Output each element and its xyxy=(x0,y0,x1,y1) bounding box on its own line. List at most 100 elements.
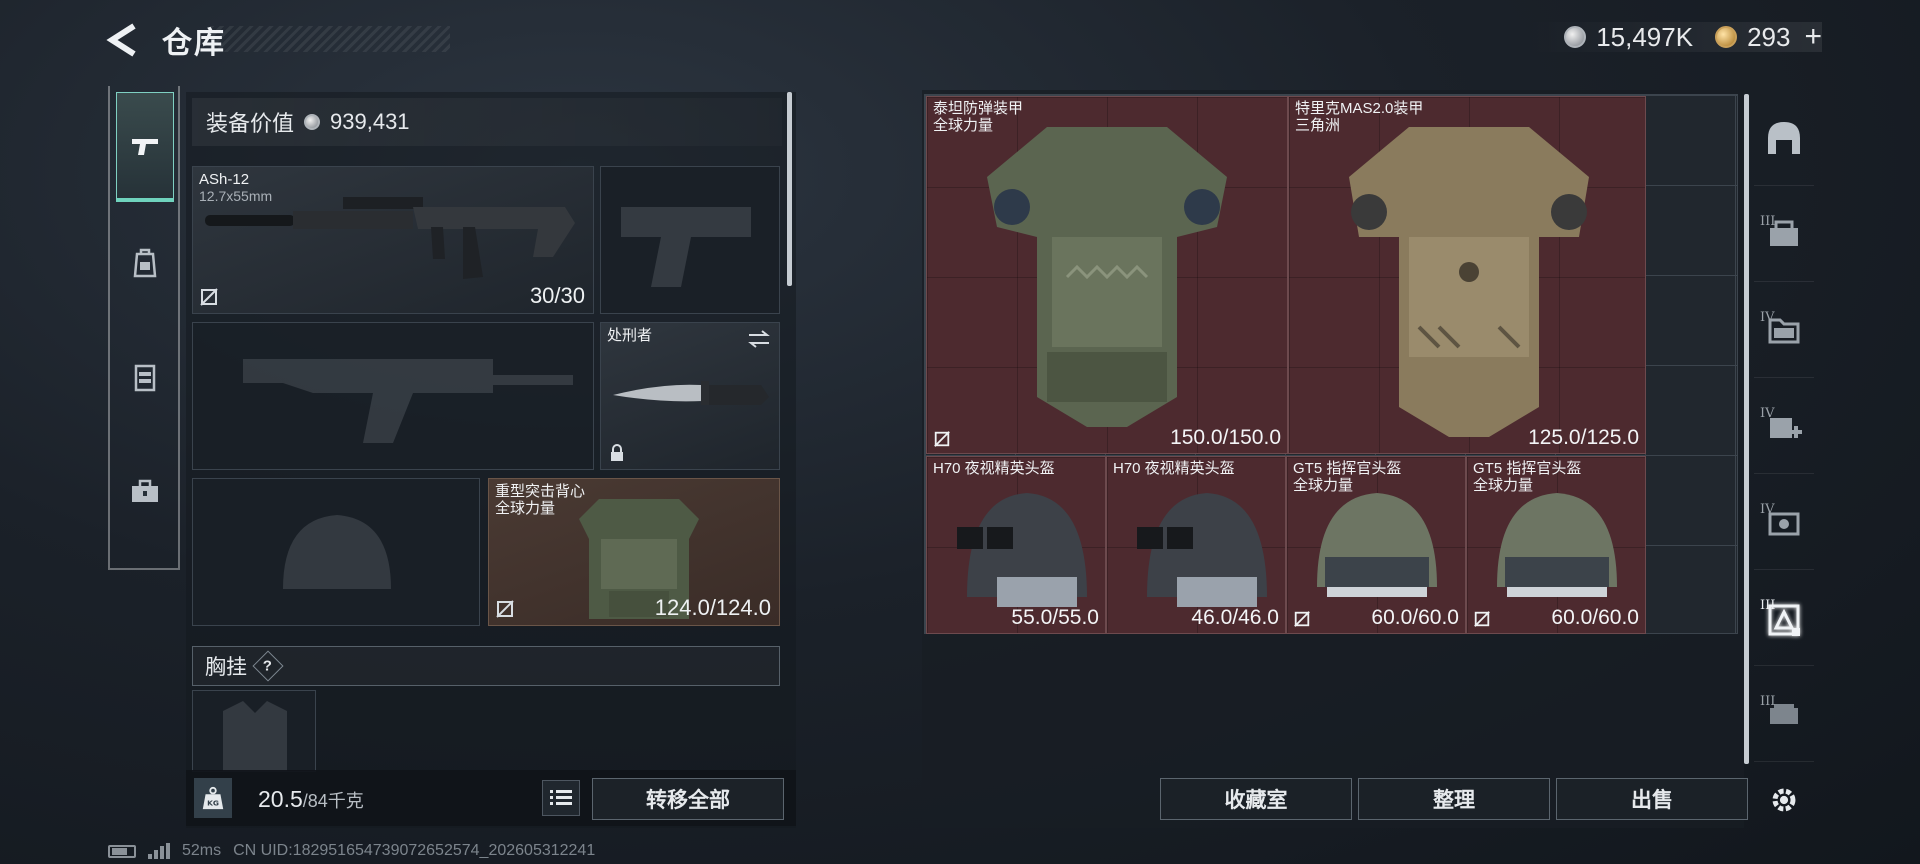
item-durability: 55.0/55.0 xyxy=(1011,606,1099,629)
storage-item-helmet[interactable]: H70 夜视精英头盔 46.0/46.0 xyxy=(1106,456,1286,634)
storage-scrollbar[interactable] xyxy=(1744,94,1749,764)
storage-item-armor[interactable]: 泰坦防弹装甲 全球力量 150.0/150.0 xyxy=(926,96,1288,454)
uid-text: CN UID:182951654739072652574_20260531224… xyxy=(233,842,596,859)
loadout-scrollbar[interactable] xyxy=(787,92,792,286)
weight-value: 20.5 xyxy=(258,786,303,812)
backpack-icon xyxy=(133,248,157,278)
transfer-all-button[interactable]: 转移全部 xyxy=(592,778,784,820)
ammo-count: 30/30 xyxy=(529,283,585,308)
back-arrow-icon xyxy=(106,23,136,57)
item-name: 泰坦防弹装甲 xyxy=(933,100,1024,117)
item-name: H70 夜视精英头盔 xyxy=(1113,460,1235,477)
sidearm-slot[interactable] xyxy=(600,166,780,314)
gear-icon xyxy=(1772,788,1796,812)
settings-button[interactable] xyxy=(1754,772,1814,828)
toolbox-icon xyxy=(132,479,158,502)
storage-item-helmet[interactable]: GT5 指挥官头盔 全球力量 60.0/60.0 xyxy=(1286,456,1466,634)
storage-item-helmet[interactable]: H70 夜视精英头盔 55.0/55.0 xyxy=(926,456,1106,634)
list-view-button[interactable] xyxy=(542,780,580,816)
helmet-slot[interactable] xyxy=(192,478,480,626)
rifle-placeholder-icon xyxy=(243,359,573,443)
storage-filter-rail: III IV IV IV III III xyxy=(1754,90,1814,828)
tier-label: IV xyxy=(1760,406,1775,421)
filter-tier3-armor[interactable]: III xyxy=(1754,570,1814,666)
add-currency-button[interactable]: + xyxy=(1804,20,1822,54)
tier3-armor-icon xyxy=(1768,604,1800,636)
svg-text:KG: KG xyxy=(207,798,219,807)
item-name: GT5 指挥官头盔 xyxy=(1473,460,1582,477)
category-rail xyxy=(108,86,180,570)
title-decoration xyxy=(210,26,450,52)
list-icon xyxy=(550,790,572,805)
knife-image xyxy=(613,381,769,405)
equipment-value: 939,431 xyxy=(330,109,410,134)
back-button[interactable] xyxy=(104,22,144,58)
item-name: GT5 指挥官头盔 xyxy=(1293,460,1402,477)
armor-slot[interactable]: 重型突击背心 全球力量 124.0/124.0 xyxy=(488,478,780,626)
help-button[interactable]: ? xyxy=(252,650,284,682)
lock-icon xyxy=(611,444,623,461)
silver-coin-icon xyxy=(1564,26,1587,48)
vest-icon xyxy=(134,364,156,392)
item-source: 全球力量 xyxy=(1473,477,1534,494)
armor-image xyxy=(1349,127,1589,437)
equipment-value-bar: 装备价值 939,431 xyxy=(192,98,782,146)
page-title: 仓库 xyxy=(162,27,226,60)
chest-rig-header: 胸挂 ? xyxy=(192,646,780,686)
tier-label: IV xyxy=(1760,502,1775,517)
sort-button[interactable]: 整理 xyxy=(1358,778,1550,820)
silver-coin-icon xyxy=(304,114,321,130)
secondary-weapon-slot[interactable] xyxy=(192,322,594,470)
tier-label: IV xyxy=(1760,310,1775,325)
pistol-placeholder-icon xyxy=(621,207,751,287)
filter-tier4-folder[interactable]: IV xyxy=(1754,282,1814,378)
collection-room-button[interactable]: 收藏室 xyxy=(1160,778,1352,820)
filter-tier3-box[interactable]: III xyxy=(1754,186,1814,282)
tab-chest-rig[interactable] xyxy=(116,322,174,432)
sell-button[interactable]: 出售 xyxy=(1556,778,1748,820)
item-durability: 150.0/150.0 xyxy=(1170,426,1281,449)
currency-bar: 15,497K 293 + xyxy=(1524,20,1822,54)
item-source: 全球力量 xyxy=(1293,477,1354,494)
filter-tier4-medical[interactable]: IV xyxy=(1754,378,1814,474)
ping-value: 52ms xyxy=(182,842,222,859)
item-durability: 60.0/60.0 xyxy=(1551,606,1639,629)
item-source: 全球力量 xyxy=(933,117,994,134)
no-insure-icon xyxy=(934,431,950,447)
no-insure-icon xyxy=(496,600,514,618)
carry-weight: 20.5/84千克 xyxy=(258,786,364,813)
filter-tier3-crate[interactable]: III xyxy=(1754,666,1814,762)
chest-rig-slot[interactable] xyxy=(192,690,316,772)
armor-image xyxy=(987,127,1227,427)
storage-item-helmet[interactable]: GT5 指挥官头盔 全球力量 60.0/60.0 xyxy=(1466,456,1646,634)
filter-helmet[interactable] xyxy=(1754,90,1814,186)
tab-supplies[interactable] xyxy=(116,436,174,546)
item-durability: 60.0/60.0 xyxy=(1371,606,1459,629)
weight-icon: KG xyxy=(194,778,232,818)
no-insure-icon xyxy=(1474,611,1490,627)
tier-label: III xyxy=(1760,694,1776,709)
status-line: 52ms CN UID:182951654739072652574_202605… xyxy=(108,842,595,860)
filter-tier4-case[interactable]: IV xyxy=(1754,474,1814,570)
item-name: H70 夜视精英头盔 xyxy=(933,460,1055,477)
gold-coin-icon xyxy=(1715,26,1738,48)
signal-icon xyxy=(148,843,170,859)
help-icon: ? xyxy=(263,657,273,675)
chest-rig-placeholder-icon xyxy=(223,701,287,771)
gold-balance: 293 xyxy=(1747,21,1791,52)
storage-item-armor[interactable]: 特里克MAS2.0装甲 三角洲 125.0/125.0 xyxy=(1288,96,1646,454)
silver-balance: 15,497K xyxy=(1596,21,1694,52)
primary-weapon-slot[interactable]: ASh-12 12.7x55mm 30/30 xyxy=(192,166,594,314)
helmet-filter-icon xyxy=(1768,121,1800,154)
tab-backpack[interactable] xyxy=(116,208,174,318)
item-durability: 46.0/46.0 xyxy=(1191,606,1279,629)
helmet-placeholder-icon xyxy=(283,515,391,589)
chest-rig-label: 胸挂 xyxy=(205,656,247,679)
item-name: 特里克MAS2.0装甲 xyxy=(1295,100,1424,117)
pistol-icon xyxy=(132,138,158,155)
melee-slot[interactable]: 处刑者 xyxy=(600,322,780,470)
tab-weapons[interactable] xyxy=(116,92,174,202)
item-durability: 125.0/125.0 xyxy=(1528,426,1639,449)
no-insure-icon xyxy=(1294,611,1310,627)
battery-icon xyxy=(108,844,136,858)
